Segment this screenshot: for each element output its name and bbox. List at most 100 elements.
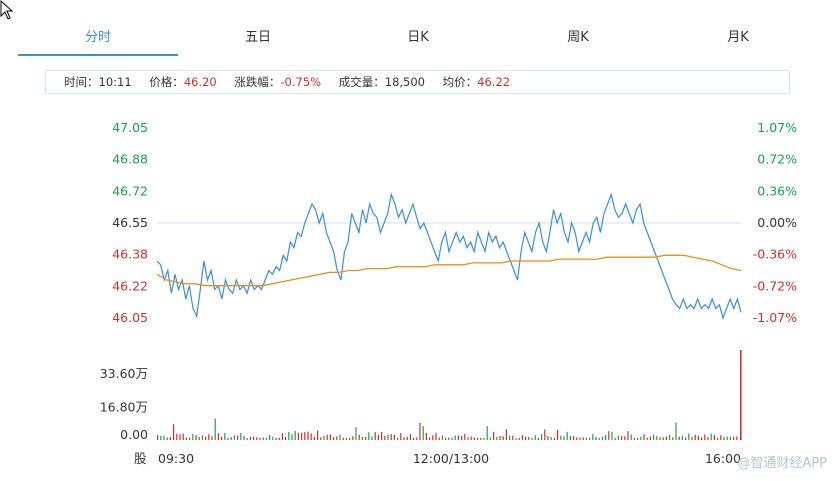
volume-bar xyxy=(726,436,728,440)
volume-bar xyxy=(691,437,693,440)
volume-bar xyxy=(736,436,738,440)
volume-bar xyxy=(608,431,610,440)
volume-tick-label: 16.80万 xyxy=(100,400,148,415)
volume-bar xyxy=(233,435,235,440)
volume-bar xyxy=(265,437,267,440)
volume-bar xyxy=(499,436,501,440)
volume-bar xyxy=(157,435,159,440)
volume-bar xyxy=(697,435,699,440)
volume-bar xyxy=(483,437,485,440)
volume-bar xyxy=(649,436,651,440)
volume-bar xyxy=(166,437,168,440)
volume-bar xyxy=(400,433,402,440)
volume-bar xyxy=(617,435,619,440)
volume-bar xyxy=(259,438,261,440)
volume-bar xyxy=(640,436,642,440)
volume-bar xyxy=(435,433,437,440)
volume-bar xyxy=(189,437,191,440)
volume-bar xyxy=(566,431,568,440)
volume-bar xyxy=(205,436,207,440)
volume-bar xyxy=(329,434,331,440)
volume-bar xyxy=(486,426,488,440)
volume-bar xyxy=(521,435,523,440)
volume-bar xyxy=(224,432,226,440)
volume-bar xyxy=(355,427,357,440)
volume-bar xyxy=(653,434,655,440)
volume-bar xyxy=(541,434,543,440)
volume-bar xyxy=(352,436,354,440)
volume-bar xyxy=(563,436,565,440)
volume-bar xyxy=(544,429,546,440)
volume-bar xyxy=(627,431,629,440)
volume-bar xyxy=(422,426,424,440)
volume-bar xyxy=(454,435,456,440)
volume-bar xyxy=(301,432,303,440)
x-tick-label: 09:30 xyxy=(158,451,194,466)
volume-bar xyxy=(425,432,427,440)
pct-tick-label: -1.07% xyxy=(753,310,797,325)
volume-bar xyxy=(262,437,264,440)
pct-tick-label: -0.36% xyxy=(753,247,797,262)
volume-bar xyxy=(185,437,187,440)
volume-bar xyxy=(512,435,514,440)
volume-bar xyxy=(342,437,344,440)
volume-bar xyxy=(211,436,213,440)
volume-bar xyxy=(717,437,719,440)
volume-bar xyxy=(611,431,613,440)
volume-bar xyxy=(297,432,299,440)
watermark: @智通财经APP xyxy=(737,456,827,471)
volume-bar xyxy=(560,435,562,440)
volume-bar xyxy=(406,436,408,440)
volume-bar xyxy=(179,434,181,440)
volume-bar xyxy=(473,437,475,440)
pct-tick-label: 1.07% xyxy=(757,120,797,135)
volume-bar xyxy=(477,438,479,440)
x-tick-label: 12:00/13:00 xyxy=(413,451,489,466)
volume-bar xyxy=(678,436,680,440)
volume-bar xyxy=(675,422,677,440)
volume-bar xyxy=(669,434,671,440)
volume-bar xyxy=(358,434,360,440)
volume-bar xyxy=(547,436,549,440)
volume-bar xyxy=(278,437,280,440)
volume-bar xyxy=(432,435,434,440)
volume-bar xyxy=(502,436,504,440)
volume-bar xyxy=(579,437,581,440)
volume-bar xyxy=(253,436,255,440)
volume-bar xyxy=(336,436,338,440)
volume-bar xyxy=(557,429,559,440)
volume-bar xyxy=(313,436,315,440)
volume-bar xyxy=(361,437,363,440)
volume-bar xyxy=(294,430,296,440)
x-tick-label: 16:00 xyxy=(705,451,741,466)
volume-bar xyxy=(659,437,661,440)
volume-bar xyxy=(704,434,706,440)
volume-bar xyxy=(445,437,447,440)
volume-bar xyxy=(230,437,232,440)
volume-bar xyxy=(646,437,648,440)
volume-bar xyxy=(237,435,239,440)
pct-tick-label: 0.00% xyxy=(757,215,797,230)
volume-bar xyxy=(249,436,251,440)
volume-bar xyxy=(685,437,687,440)
volume-bar xyxy=(393,434,395,440)
volume-bar xyxy=(518,437,520,440)
volume-bar xyxy=(201,435,203,440)
volume-bar xyxy=(701,437,703,440)
volume-bar xyxy=(643,434,645,440)
volume-bar xyxy=(349,437,351,440)
volume-bar xyxy=(656,436,658,440)
volume-bar xyxy=(320,437,322,440)
volume-bar xyxy=(269,434,271,440)
price-tick-label: 46.38 xyxy=(112,247,148,262)
volume-bar xyxy=(710,433,712,440)
volume-bar xyxy=(163,435,165,440)
volume-bar xyxy=(601,436,603,440)
volume-bar xyxy=(733,436,735,440)
price-line xyxy=(156,192,742,320)
volume-bar xyxy=(377,434,379,440)
price-tick-label: 46.88 xyxy=(112,152,148,167)
volume-bar xyxy=(534,435,536,440)
volume-bar xyxy=(240,433,242,440)
volume-bar xyxy=(169,436,171,440)
